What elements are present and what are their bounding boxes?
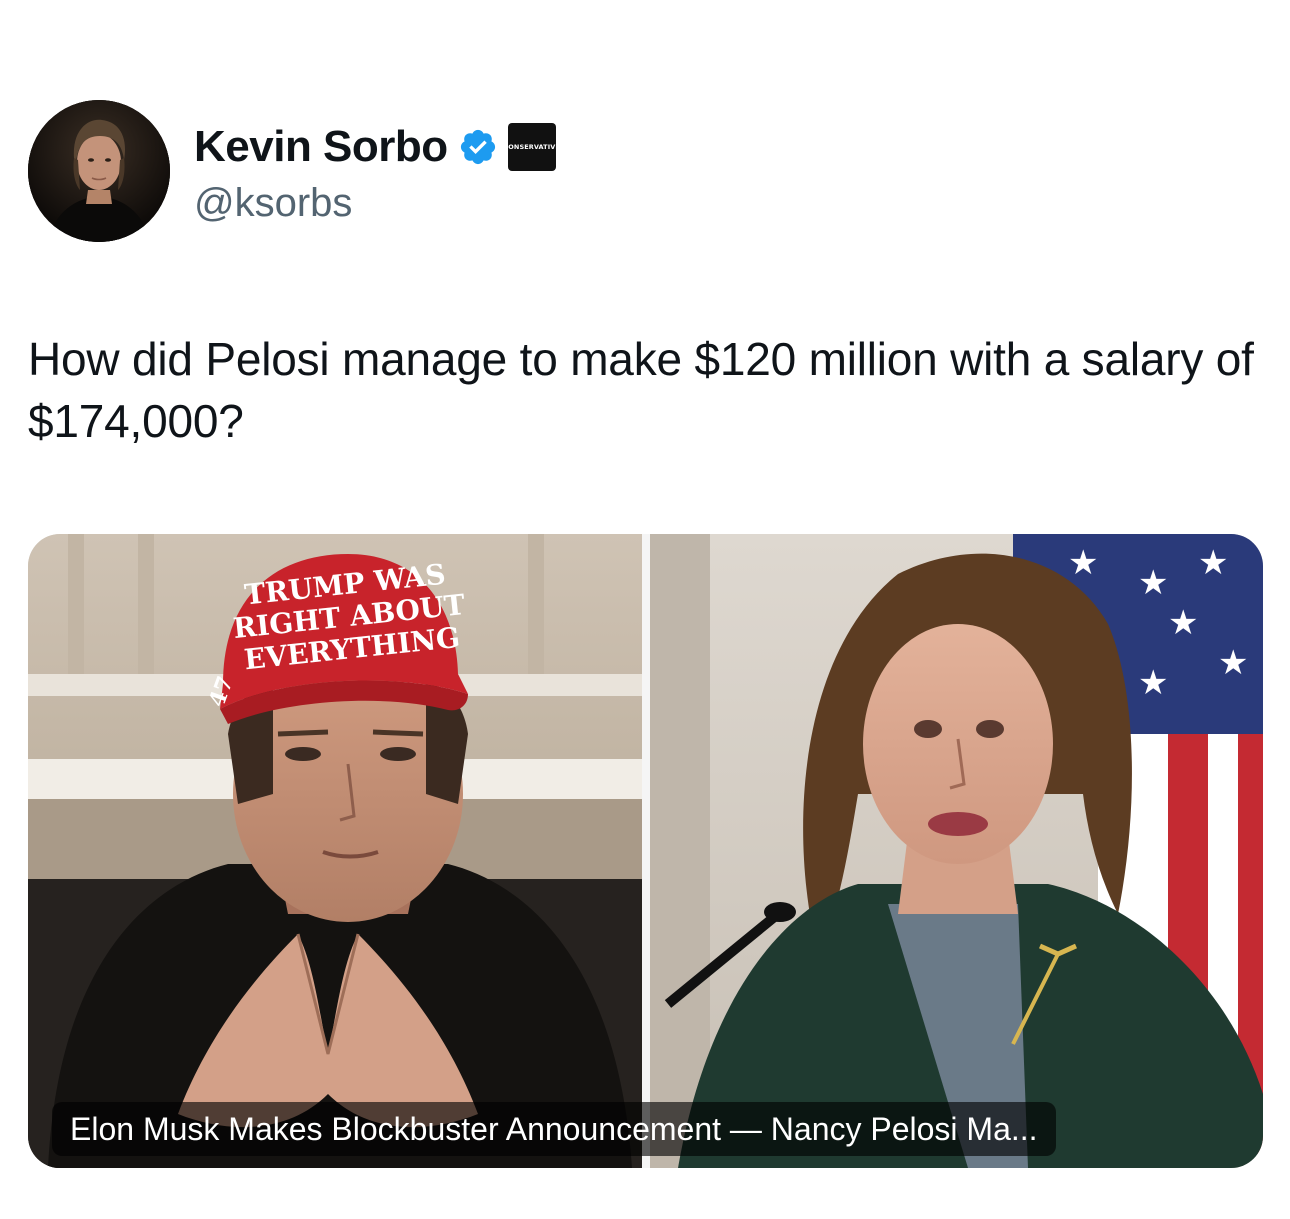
right-photo: ★ ★ ★ ★ ★ ★ — [650, 534, 1263, 1168]
svg-text:★: ★ — [1138, 663, 1168, 703]
tweet-text: How did Pelosi manage to make $120 milli… — [28, 333, 1254, 447]
author-names: Kevin Sorbo CONSERVATIVE @ksorbs — [194, 117, 560, 226]
svg-text:★: ★ — [1068, 543, 1098, 583]
handle[interactable]: @ksorbs — [194, 181, 556, 226]
tweet: Kevin Sorbo CONSERVATIVE @ksorbs How did… — [0, 0, 1290, 1219]
avatar[interactable] — [28, 100, 170, 242]
affiliation-badge[interactable]: CONSERVATIVE — [503, 122, 560, 171]
display-name[interactable]: Kevin Sorbo — [194, 122, 448, 172]
svg-text:★: ★ — [1168, 603, 1198, 643]
name-row: Kevin Sorbo CONSERVATIVE — [194, 117, 560, 177]
card-title: Elon Musk Makes Blockbuster Announcement… — [52, 1102, 1056, 1156]
card-image: TRUMP WAS RIGHT ABOUT EVERYTHING 47 ★ ★ … — [28, 534, 1263, 1168]
image-divider — [642, 534, 650, 1168]
avatar-photo — [28, 100, 170, 242]
tweet-header: Kevin Sorbo CONSERVATIVE @ksorbs — [28, 100, 560, 242]
left-photo: TRUMP WAS RIGHT ABOUT EVERYTHING 47 — [28, 534, 642, 1168]
svg-text:★: ★ — [1198, 543, 1228, 583]
verified-badge-icon[interactable] — [458, 127, 498, 167]
link-card[interactable]: TRUMP WAS RIGHT ABOUT EVERYTHING 47 ★ ★ … — [28, 534, 1263, 1168]
svg-text:★: ★ — [1218, 643, 1248, 683]
svg-text:★: ★ — [1138, 563, 1168, 603]
